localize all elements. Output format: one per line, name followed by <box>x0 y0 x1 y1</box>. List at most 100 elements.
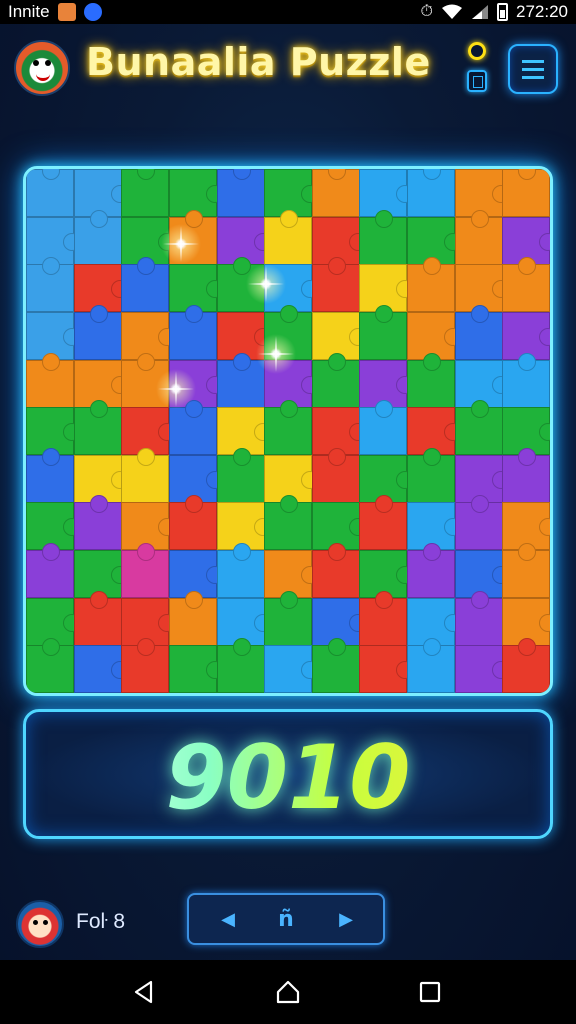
puzzle-piece[interactable] <box>168 400 217 456</box>
puzzle-piece[interactable] <box>121 257 170 313</box>
puzzle-piece[interactable] <box>121 447 170 503</box>
puzzle-piece[interactable] <box>216 447 265 503</box>
puzzle-piece[interactable] <box>454 590 503 646</box>
puzzle-piece[interactable] <box>311 447 360 503</box>
puzzle-piece[interactable] <box>359 209 408 265</box>
puzzle-piece[interactable] <box>26 638 74 693</box>
puzzle-piece[interactable] <box>407 447 456 503</box>
puzzle-piece[interactable] <box>73 645 129 693</box>
menu-icon-bar <box>522 60 544 63</box>
puzzle-piece[interactable] <box>121 169 170 217</box>
puzzle-piece[interactable] <box>216 638 265 693</box>
puzzle-piece[interactable] <box>26 447 74 503</box>
puzzle-piece[interactable] <box>359 495 408 551</box>
menu-button[interactable] <box>508 44 558 94</box>
previous-button[interactable]: ◀ <box>203 895 253 943</box>
sparkle-effect <box>246 264 286 304</box>
status-left: Innite <box>8 2 102 22</box>
puzzle-piece[interactable] <box>121 543 170 599</box>
puzzle-board[interactable] <box>23 166 553 696</box>
puzzle-piece[interactable] <box>264 590 313 646</box>
signal-icon <box>472 5 488 19</box>
puzzle-piece[interactable] <box>264 400 313 456</box>
nav-control: ◀ ñ ▶ <box>187 893 385 945</box>
puzzle-piece[interactable] <box>26 543 74 599</box>
puzzle-piece[interactable] <box>359 400 408 456</box>
puzzle-piece[interactable] <box>502 257 550 313</box>
puzzle-grid[interactable] <box>26 169 550 693</box>
alarm-icon: ⏱ <box>420 3 433 20</box>
puzzle-piece[interactable] <box>73 400 122 456</box>
puzzle-piece[interactable] <box>264 209 313 265</box>
puzzle-piece[interactable] <box>502 447 550 503</box>
battery-icon <box>497 3 508 21</box>
puzzle-piece[interactable] <box>26 257 74 313</box>
app-notification-icon <box>83 3 102 21</box>
status-right: ⏱ 272:20 <box>421 2 568 22</box>
puzzle-piece[interactable] <box>168 590 217 646</box>
puzzle-piece[interactable] <box>502 352 550 408</box>
sparkle-effect <box>161 224 201 264</box>
puzzle-piece[interactable] <box>168 645 224 693</box>
recents-icon[interactable] <box>398 960 462 1024</box>
puzzle-piece[interactable] <box>454 209 503 265</box>
puzzle-piece[interactable] <box>359 645 415 693</box>
coin-icon[interactable] <box>468 42 486 60</box>
sparkle-effect <box>156 369 196 409</box>
puzzle-piece[interactable] <box>73 304 122 360</box>
puzzle-piece[interactable] <box>26 169 74 217</box>
wifi-icon <box>442 4 462 19</box>
puzzle-piece[interactable] <box>502 638 550 693</box>
puzzle-piece[interactable] <box>407 638 456 693</box>
player-avatar[interactable] <box>16 900 64 948</box>
puzzle-piece[interactable] <box>311 257 360 313</box>
menu-icon-bar <box>522 68 544 71</box>
header-status-icons <box>466 42 490 94</box>
photo-notification-icon <box>57 3 76 21</box>
puzzle-piece[interactable] <box>216 543 265 599</box>
puzzle-piece[interactable] <box>311 169 360 217</box>
next-button[interactable]: ▶ <box>321 895 371 943</box>
puzzle-piece[interactable] <box>454 495 503 551</box>
header: Bunaalia Puzzle <box>0 24 576 108</box>
player-label: Foŀ 8 <box>76 910 126 933</box>
calculator-icon[interactable] <box>467 70 487 92</box>
puzzle-piece[interactable] <box>502 543 550 599</box>
status-app-name: Innite <box>8 2 50 21</box>
back-icon[interactable] <box>112 960 176 1024</box>
puzzle-piece[interactable] <box>26 352 74 408</box>
puzzle-piece[interactable] <box>168 304 217 360</box>
menu-icon-bar <box>522 76 544 79</box>
puzzle-piece[interactable] <box>168 495 217 551</box>
puzzle-piece[interactable] <box>454 304 503 360</box>
home-icon[interactable] <box>256 960 320 1024</box>
puzzle-piece[interactable] <box>311 638 360 693</box>
puzzle-piece[interactable] <box>73 590 122 646</box>
puzzle-piece[interactable] <box>407 543 456 599</box>
status-bar: Innite ⏱ 272:20 <box>0 0 576 24</box>
sparkle-effect <box>256 334 296 374</box>
puzzle-piece[interactable] <box>73 495 122 551</box>
puzzle-piece[interactable] <box>264 645 320 693</box>
puzzle-piece[interactable] <box>216 169 265 217</box>
score-value: 9010 <box>26 726 550 829</box>
system-nav-bar <box>0 960 576 1024</box>
status-time: 272:20 <box>516 2 568 21</box>
puzzle-piece[interactable] <box>311 543 360 599</box>
puzzle-piece[interactable] <box>502 169 550 217</box>
puzzle-piece[interactable] <box>121 638 170 693</box>
puzzle-piece[interactable] <box>454 400 503 456</box>
puzzle-piece[interactable] <box>407 352 456 408</box>
app-logo <box>14 40 70 96</box>
puzzle-piece[interactable] <box>73 209 122 265</box>
page-title: Bunaalia Puzzle <box>86 40 431 84</box>
puzzle-piece[interactable] <box>407 169 456 217</box>
puzzle-piece[interactable] <box>311 352 360 408</box>
puzzle-piece[interactable] <box>264 495 313 551</box>
puzzle-piece[interactable] <box>359 590 408 646</box>
puzzle-piece[interactable] <box>359 304 408 360</box>
puzzle-piece[interactable] <box>407 257 456 313</box>
score-panel: 9010 <box>23 709 553 839</box>
puzzle-home-button[interactable]: ñ <box>261 895 311 943</box>
puzzle-piece[interactable] <box>454 645 510 693</box>
